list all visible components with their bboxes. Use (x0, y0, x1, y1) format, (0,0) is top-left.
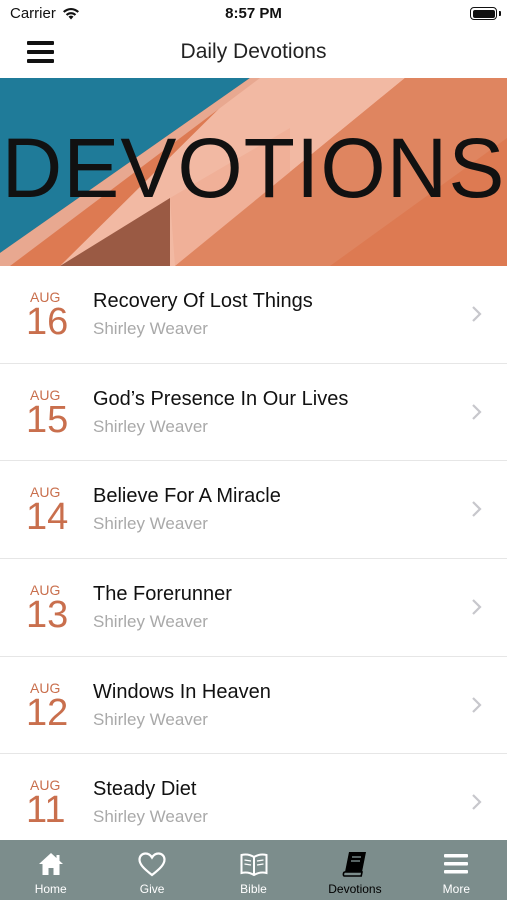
date-badge: AUG 12 (26, 681, 76, 734)
tab-label: Home (34, 882, 67, 896)
tab-home[interactable]: Home (0, 840, 101, 900)
tab-label: Devotions (328, 882, 382, 896)
banner-title: DEVOTIONS (1, 121, 506, 215)
devotion-author: Shirley Weaver (93, 416, 208, 436)
list-item[interactable]: AUG 16 Recovery Of Lost Things Shirley W… (0, 266, 507, 364)
devotion-title: Windows In Heaven (93, 680, 271, 703)
devotion-author: Shirley Weaver (93, 319, 208, 338)
devotion-title: The Forerunner (93, 583, 232, 606)
heart-icon (138, 852, 166, 877)
page-title: Daily Devotions (180, 40, 327, 63)
date-day: 11 (26, 789, 66, 832)
devotion-author: Shirley Weaver (93, 807, 208, 827)
date-day: 14 (26, 496, 69, 539)
navigation-bar: Daily Devotions (0, 28, 507, 78)
list-item[interactable]: AUG 14 Believe For A Miracle Shirley Wea… (0, 461, 507, 560)
date-badge: AUG 15 (26, 388, 76, 441)
tab-give[interactable]: Give (101, 840, 202, 900)
devotion-title: Recovery Of Lost Things (93, 290, 313, 312)
status-bar: Carrier 8:57 PM (0, 0, 507, 28)
list-item[interactable]: AUG 15 God’s Presence In Our Lives Shirl… (0, 364, 507, 462)
date-badge: AUG 13 (26, 583, 76, 637)
menu-icon (444, 854, 469, 874)
date-day: 12 (26, 691, 69, 734)
tab-devotions[interactable]: Devotions (304, 840, 405, 900)
status-time: 8:57 PM (225, 5, 282, 22)
list-item[interactable]: AUG 13 The Forerunner Shirley Weaver (0, 559, 507, 657)
devotions-banner: DEVOTIONS (0, 78, 507, 266)
list-item[interactable]: AUG 12 Windows In Heaven Shirley Weaver (0, 657, 507, 755)
tab-more[interactable]: More (406, 840, 507, 900)
devotion-author: Shirley Weaver (93, 612, 208, 632)
tab-bar: Home Give Bible Devotions More (0, 840, 507, 900)
open-book-icon (240, 853, 268, 877)
devotion-list: AUG 16 Recovery Of Lost Things Shirley W… (0, 266, 507, 853)
list-item[interactable]: AUG 11 Steady Diet Shirley Weaver (0, 754, 507, 853)
date-badge: AUG 14 (26, 485, 76, 539)
devotion-title: God’s Presence In Our Lives (93, 387, 349, 410)
tab-bible[interactable]: Bible (203, 840, 304, 900)
tab-label: More (442, 882, 470, 896)
tab-label: Give (139, 882, 165, 896)
tab-label: Bible (240, 882, 267, 896)
devotion-title: Steady Diet (93, 778, 197, 801)
battery-icon (470, 7, 497, 20)
chevron-right-icon (472, 403, 482, 420)
devotion-title: Believe For A Miracle (93, 485, 281, 508)
date-day: 15 (26, 398, 69, 441)
closed-book-icon (342, 852, 366, 877)
date-day: 13 (26, 594, 69, 637)
home-icon (38, 853, 63, 875)
date-badge: AUG 16 (26, 290, 76, 343)
chevron-right-icon (472, 794, 482, 811)
date-badge: AUG 11 (26, 778, 76, 832)
date-day: 16 (26, 301, 69, 343)
battery-tip (499, 11, 501, 16)
chevron-right-icon (472, 501, 482, 518)
chevron-right-icon (472, 599, 482, 615)
devotion-author: Shirley Weaver (93, 514, 208, 534)
chevron-right-icon (472, 306, 482, 322)
chevron-right-icon (472, 696, 482, 713)
devotion-author: Shirley Weaver (93, 709, 208, 729)
